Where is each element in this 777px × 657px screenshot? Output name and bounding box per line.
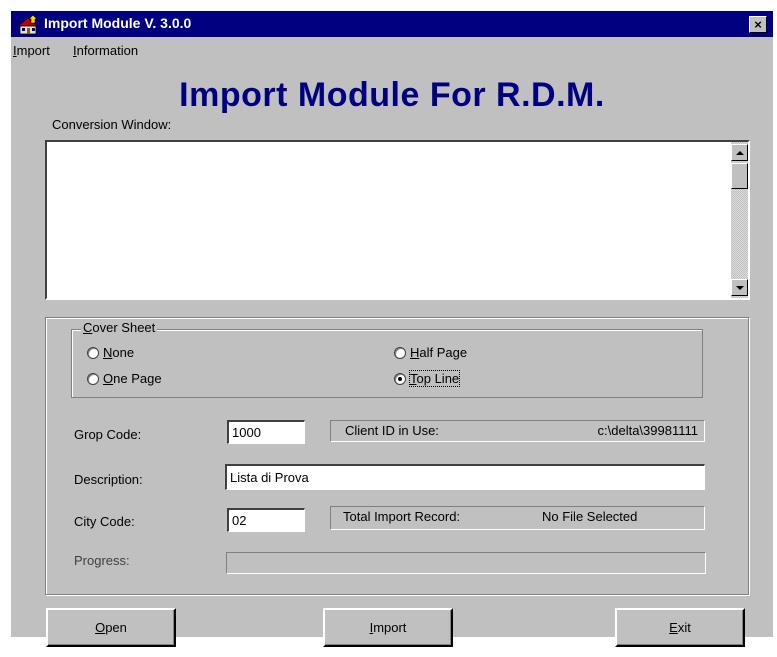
- cover-sheet-group: [71, 329, 703, 398]
- radio-half-page-label: Half Page: [410, 345, 468, 360]
- city-code-input[interactable]: [227, 508, 305, 532]
- arrow-up-icon: [735, 150, 744, 155]
- radio-indicator-checked: [394, 372, 406, 385]
- radio-one-page[interactable]: One Page: [87, 371, 162, 386]
- radio-top-line[interactable]: Top Line: [394, 370, 461, 387]
- arrow-down-icon: [735, 285, 744, 290]
- scroll-down-button[interactable]: [731, 279, 748, 296]
- description-input[interactable]: [225, 464, 705, 490]
- total-import-label: Total Import Record:: [343, 509, 461, 524]
- radio-top-line-label: Top Line: [408, 370, 461, 387]
- group-code-input[interactable]: [227, 420, 305, 444]
- radio-indicator: [87, 372, 99, 385]
- client-id-value: c:\delta\39981111: [597, 423, 698, 438]
- menu-bar: Import Information: [11, 40, 773, 60]
- radio-one-page-label: One Page: [103, 371, 162, 386]
- app-window: Import Module V. 3.0.0 × Import Informat…: [11, 11, 773, 647]
- menu-import[interactable]: Import: [13, 43, 50, 58]
- conversion-window-label: Conversion Window:: [52, 117, 172, 132]
- client-id-label: Client ID in Use:: [345, 423, 439, 438]
- import-button[interactable]: Import: [323, 608, 453, 647]
- radio-none[interactable]: None: [87, 345, 134, 360]
- scroll-up-button[interactable]: [731, 144, 748, 161]
- radio-half-page[interactable]: Half Page: [394, 345, 467, 360]
- scroll-thumb[interactable]: [731, 163, 748, 189]
- close-icon: ×: [754, 17, 762, 32]
- window-title: Import Module V. 3.0.0: [44, 15, 192, 31]
- radio-indicator: [394, 346, 406, 359]
- cover-sheet-legend: Cover Sheet: [81, 320, 158, 335]
- group-code-label: Grop Code:: [74, 427, 142, 442]
- description-label: Description:: [74, 472, 143, 487]
- city-code-label: City Code:: [74, 514, 135, 529]
- vertical-scrollbar[interactable]: [731, 142, 748, 298]
- client-id-status: Client ID in Use: c:\delta\39981111: [330, 420, 705, 442]
- page-title: Import Module For R.D.M.: [179, 76, 605, 114]
- close-button[interactable]: ×: [749, 16, 767, 33]
- progress-bar: [226, 552, 706, 574]
- radio-indicator: [87, 346, 99, 359]
- title-bar[interactable]: Import Module V. 3.0.0 ×: [11, 11, 773, 37]
- progress-label: Progress:: [74, 553, 130, 568]
- menu-information[interactable]: Information: [73, 43, 138, 58]
- exit-button[interactable]: Exit: [615, 608, 745, 647]
- total-import-status: Total Import Record: No File Selected: [330, 506, 705, 530]
- open-button[interactable]: Open: [46, 608, 176, 647]
- conversion-window[interactable]: [45, 140, 750, 300]
- total-import-value: No File Selected: [542, 509, 638, 524]
- radio-none-label: None: [103, 345, 135, 360]
- house-arrow-icon: [16, 14, 40, 35]
